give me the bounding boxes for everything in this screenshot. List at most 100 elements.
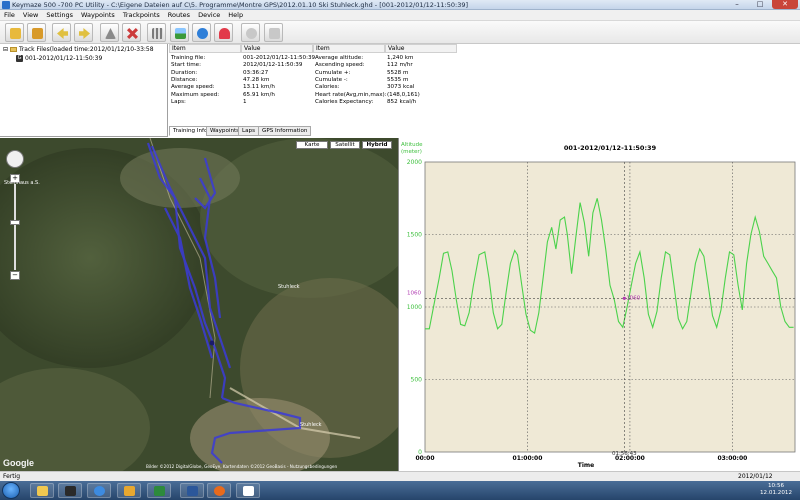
y-axis-label-unit: (meter) [401,149,422,155]
taskbar-outlook[interactable] [117,483,141,498]
open-button[interactable] [5,23,24,42]
refresh-button[interactable] [264,23,283,42]
tree-root-item[interactable]: ⊟ Track Files(loaded time:2012/01/12/10-… [3,46,154,53]
taskbar-keymaze[interactable] [236,483,260,498]
taskbar-media-player[interactable] [58,483,82,498]
status-text: Fertig [3,473,21,480]
info-label: Heart rate(Avg,min,max): [315,91,387,98]
toolbar [0,21,800,44]
info-label: Ascending speed: [315,62,365,69]
taskbar-internet-explorer[interactable] [87,483,111,498]
menu-view[interactable]: View [19,10,42,21]
close-button[interactable]: ✕ [772,0,798,9]
forward-arrow-icon [79,28,90,39]
menu-routes[interactable]: Routes [164,10,194,21]
info-tabs: Training Info Waypoints Laps GPS Informa… [169,126,800,137]
chart-title: 001-2012/01/12-11:50:39 [564,144,657,152]
satellite-imagery[interactable] [0,138,398,471]
runner-icon [197,28,208,39]
info-label: Calories Expectancy: [315,98,374,105]
tab-laps[interactable]: Laps [238,126,260,136]
info-label: Laps: [171,98,186,105]
info-value: 1,240 km [387,55,414,61]
info-value: 65.91 km/h [243,91,275,98]
expander-icon[interactable]: ⊟ [3,46,8,53]
open-folder-icon [10,28,21,39]
column-header[interactable]: Item [169,44,241,53]
menu-waypoints[interactable]: Waypoints [77,10,119,21]
y-tick-label: 1500 [407,232,422,239]
menu-device[interactable]: Device [194,10,224,21]
map-label: Steinhaus a.S. [4,180,40,186]
grid-button[interactable] [147,23,166,42]
settings-icon [246,28,257,39]
tree-root-label: Track Files(loaded time:2012/01/12/10-33… [18,46,154,53]
taskbar-excel[interactable] [147,483,171,498]
map-type-hybrid[interactable]: Hybrid [362,141,392,149]
cursor-value-label: 1060 [626,295,640,301]
info-value: 5528 m [387,69,409,76]
landscape-button[interactable] [170,23,189,42]
heart-button[interactable] [214,23,233,42]
tab-gps-information[interactable]: GPS Information [258,126,312,136]
map-attribution[interactable]: Bilder ©2012 DigitalGlobe, GeoEye, Karte… [146,464,337,469]
column-header[interactable]: Item [313,44,385,53]
measure-button[interactable] [100,23,119,42]
settings-button[interactable] [241,23,260,42]
delete-button[interactable] [122,23,141,42]
info-value: 5535 m [387,76,409,83]
menu-trackpoints[interactable]: Trackpoints [119,10,164,21]
firefox-icon [214,486,225,496]
plot-area [424,161,796,453]
runner-button[interactable] [192,23,211,42]
system-clock[interactable]: 10:56 12.01.2012 [756,483,796,497]
landscape-icon [175,28,186,39]
taskbar-explorer[interactable] [30,483,54,498]
explorer-icon [37,486,48,496]
menu-help[interactable]: Help [224,10,247,21]
tree-child-item[interactable]: G 001-2012/01/12-11:50:39 [16,55,102,62]
zoom-out-button[interactable]: − [10,271,20,280]
menu-bar: File View Settings Waypoints Trackpoints Rout… [0,10,800,21]
x-tick-label: 00:00 [415,455,434,462]
column-header[interactable]: Value [385,44,457,53]
taskbar-word[interactable] [180,483,204,498]
info-value: 001-2012/01/12-11:50:39 [243,55,316,61]
map-type-satellite[interactable]: Satellit [330,141,360,149]
taskbar-firefox[interactable] [207,483,231,498]
altitude-graph-panel: 2000 1500 1000 500 0 00:00 01:00:00 02:00:00 03:… [398,138,800,471]
minimize-button[interactable]: – [726,0,748,9]
map-view[interactable]: + − Karte Satellit Hybrid Stuhleck Stein… [0,138,398,471]
start-button[interactable] [2,482,20,499]
menu-file[interactable]: File [0,10,19,21]
training-info-table: Item Value Item Value Training file: 001-… [169,44,800,137]
x-tick-label: 01:00:00 [513,455,543,462]
title-bar: Keymaze 500 -700 PC Utility - C:\Eigene … [0,0,800,10]
heart-icon [219,28,230,39]
info-label: Start time: [171,62,201,69]
cursor-time-label: 01:56:43 [612,451,637,457]
grid-icon [152,28,163,39]
y-tick-label: 500 [411,377,423,384]
save-button[interactable] [27,23,46,42]
column-header[interactable]: Value [241,44,313,53]
info-value: 2012/01/12-11:50:39 [243,62,303,69]
maximize-button[interactable]: □ [749,0,771,9]
altitude-chart[interactable]: 200015001000500000:00 01:00:00 02:00:00 03:… [399,138,800,471]
map-type-map[interactable]: Karte [296,141,328,149]
pan-control[interactable] [6,150,24,168]
taskbar: 10:56 12.01.2012 [0,481,800,500]
back-button[interactable] [52,23,71,42]
zoom-control[interactable]: + − [6,150,24,280]
map-label: Stuhleck [300,422,322,428]
zoom-slider-handle[interactable] [10,220,20,225]
info-value: 47.28 km [243,76,270,83]
track-tree: ⊟ Track Files(loaded time:2012/01/12/10-… [0,44,168,137]
info-value: 03:36:27 [243,69,269,76]
google-logo[interactable]: Google [3,458,34,468]
menu-settings[interactable]: Settings [42,10,77,21]
forward-button[interactable] [74,23,93,42]
keymaze-icon [243,486,254,496]
info-value: (148,0,161) [387,91,420,98]
zoom-slider[interactable] [14,184,16,270]
